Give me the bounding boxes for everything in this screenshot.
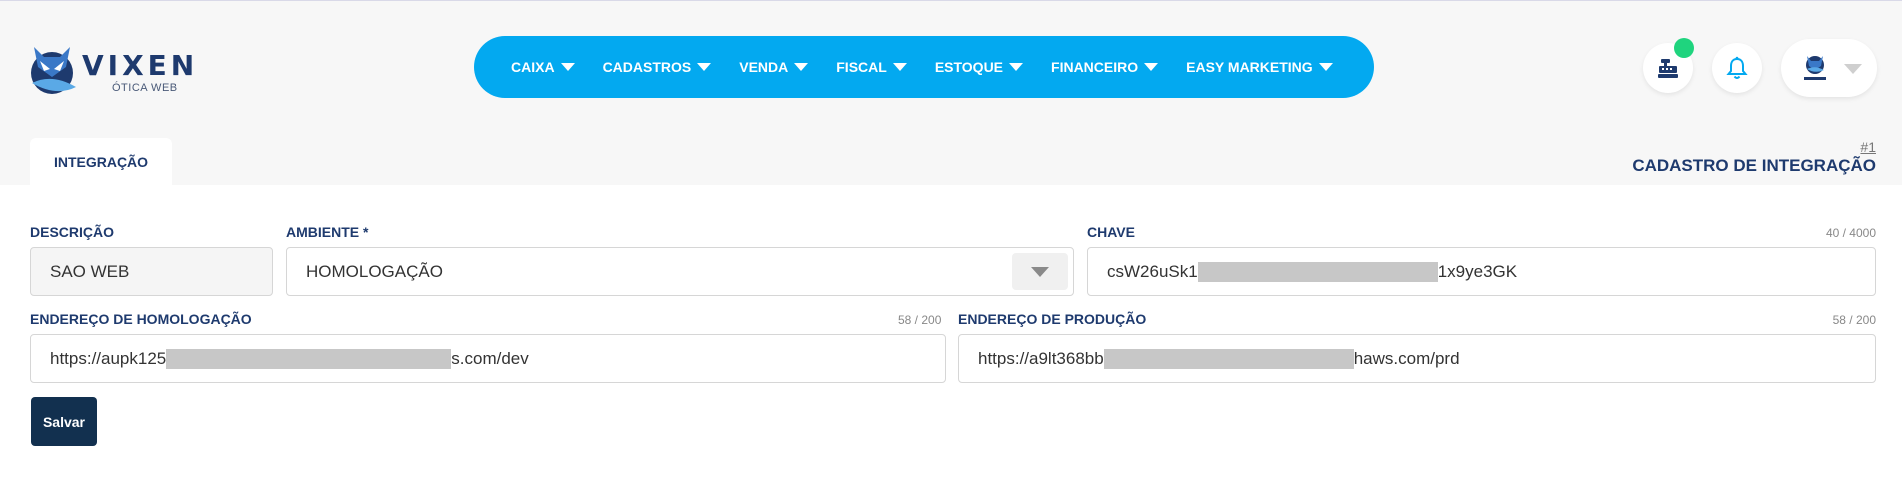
nav-label: CADASTROS: [602, 59, 692, 75]
user-menu-button[interactable]: [1781, 39, 1877, 97]
chave-value-start: csW26uSk1: [1107, 261, 1198, 281]
nav-label: EASY MARKETING: [1186, 59, 1313, 75]
status-indicator: [1674, 38, 1694, 58]
chave-label: CHAVE: [1087, 224, 1135, 240]
bell-icon: [1726, 56, 1748, 79]
notifications-button[interactable]: [1712, 43, 1762, 93]
caret-down-icon: [697, 63, 712, 71]
logo-subtitle: ÓTICA WEB: [112, 82, 178, 94]
fox-logo-icon: [31, 47, 76, 94]
endereco-producao-value-start: https://a9lt368bb: [978, 348, 1104, 368]
caret-down-icon: [892, 63, 907, 71]
caret-down-icon: [560, 63, 575, 71]
caret-down-icon: [1318, 63, 1333, 71]
caret-down-icon: [1009, 63, 1024, 71]
page-title: CADASTRO DE INTEGRAÇÃO: [1632, 156, 1876, 175]
endereco-producao-counter: 58 / 200: [1832, 313, 1876, 327]
cash-register-icon: [1658, 59, 1678, 78]
ambiente-value: HOMOLOGAÇÃO: [306, 261, 443, 281]
endereco-producao-field[interactable]: https://a9lt368bb haws.com/prd: [958, 334, 1876, 383]
caret-down-icon: [794, 63, 809, 71]
endereco-homologacao-label: ENDEREÇO DE HOMOLOGAÇÃO: [30, 311, 252, 327]
chevron-down-icon: [1844, 64, 1862, 74]
tab-integracao[interactable]: INTEGRAÇÃO: [30, 138, 172, 185]
nav-label: VENDA: [739, 59, 789, 75]
nav-cadastros[interactable]: CADASTROS: [603, 59, 712, 75]
chave-counter: 40 / 4000: [1825, 226, 1876, 240]
redaction-bar: [1197, 261, 1438, 282]
endereco-homologacao-field[interactable]: https://aupk125 s.com/dev: [30, 334, 946, 383]
nav-fiscal[interactable]: FISCAL: [836, 59, 907, 75]
descricao-field[interactable]: SAO WEB: [30, 247, 273, 296]
caret-down-icon: [1144, 63, 1159, 71]
redaction-bar: [166, 348, 452, 369]
descricao-label: DESCRIÇÃO: [30, 224, 115, 240]
ambiente-label: AMBIENTE *: [286, 224, 369, 240]
nav-venda[interactable]: VENDA: [739, 59, 809, 75]
ambiente-select[interactable]: HOMOLOGAÇÃO: [286, 247, 1074, 296]
endereco-producao-value-end: haws.com/prd: [1353, 348, 1460, 368]
endereco-producao-label: ENDEREÇO DE PRODUÇÃO: [958, 311, 1147, 327]
nav-easy-marketing[interactable]: EASY MARKETING: [1186, 59, 1333, 75]
logo[interactable]: VIXEN ÓTICA WEB: [28, 43, 208, 97]
chave-field[interactable]: csW26uSk1 1x9ye3GK: [1087, 247, 1876, 296]
caret-down-icon: [1031, 266, 1049, 277]
record-number[interactable]: #1: [1860, 139, 1876, 155]
ambiente-dropdown-button[interactable]: [1012, 253, 1068, 290]
redaction-bar: [1103, 348, 1354, 369]
avatar: [1804, 56, 1826, 80]
nav-caixa[interactable]: CAIXA: [511, 59, 575, 75]
nav-financeiro[interactable]: FINANCEIRO: [1051, 59, 1159, 75]
nav-estoque[interactable]: ESTOQUE: [934, 59, 1024, 75]
nav-label: FISCAL: [836, 59, 887, 75]
endereco-homologacao-value-end: s.com/dev: [451, 348, 529, 368]
endereco-homologacao-value-start: https://aupk125: [50, 348, 167, 368]
main-nav: CAIXA CADASTROS VENDA FISCAL ESTOQUE FIN…: [474, 36, 1374, 98]
chave-value-end: 1x9ye3GK: [1437, 261, 1518, 281]
endereco-homologacao-counter: 58 / 200: [898, 313, 942, 327]
logo-name: VIXEN: [82, 49, 199, 82]
nav-label: FINANCEIRO: [1051, 59, 1139, 75]
save-button[interactable]: Salvar: [31, 397, 97, 446]
nav-label: ESTOQUE: [934, 59, 1004, 75]
nav-label: CAIXA: [511, 59, 555, 75]
